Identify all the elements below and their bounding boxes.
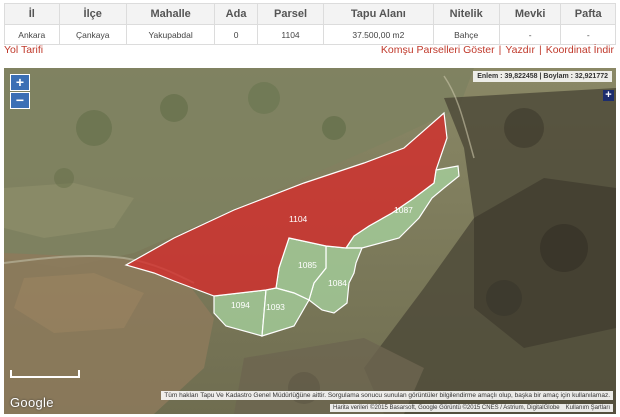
header-mevki: Mevki	[498, 3, 562, 25]
header-pafta: Pafta	[560, 3, 616, 25]
disclaimer-text: Tüm hakları Tapu Ve Kadastro Genel Müdür…	[161, 391, 613, 400]
action-links-bar: Yol Tarifi Komşu Parselleri Göster | Yazdı…	[0, 43, 620, 59]
cell-mahalle: Yakupabdal	[125, 24, 216, 45]
cell-il: Ankara	[4, 24, 60, 45]
scale-bar	[10, 370, 80, 378]
cell-parsel: 1104	[256, 24, 325, 45]
route-link[interactable]: Yol Tarifi	[4, 44, 43, 56]
link-separator: |	[498, 44, 502, 56]
parcel-label-1104: 1104	[289, 214, 308, 224]
attribution-text: Harita verileri ©2015 Basarsoft, Google …	[333, 405, 560, 411]
google-logo: Google	[10, 395, 54, 410]
header-nitelik: Nitelik	[432, 3, 500, 25]
zoom-out-button[interactable]: −	[10, 92, 30, 109]
print-link[interactable]: Yazdır	[505, 44, 535, 56]
show-neighbors-link[interactable]: Komşu Parselleri Göster	[381, 44, 495, 56]
coordinate-readout: Enlem : 39,822458 | Boylam : 32,921772	[473, 71, 612, 82]
satellite-imagery: 1104 1087 1085 1084 1094 1093	[4, 68, 616, 414]
parcel-label-1087: 1087	[394, 205, 413, 215]
right-links: Komşu Parselleri Göster | Yazdır | Koordinat…	[381, 44, 614, 56]
header-tapu-alani: Tapu Alanı	[323, 3, 434, 25]
parcel-label-1093: 1093	[266, 302, 285, 312]
zoom-controls: + −	[10, 74, 30, 110]
terms-link[interactable]: Kullanım Şartları	[566, 405, 610, 411]
header-ada: Ada	[214, 3, 258, 25]
cell-nitelik: Bahçe	[432, 24, 500, 45]
link-separator: |	[538, 44, 542, 56]
header-mahalle: Mahalle	[125, 3, 216, 25]
zoom-in-button[interactable]: +	[10, 74, 30, 91]
header-il: İl	[4, 3, 60, 25]
header-parsel: Parsel	[256, 3, 325, 25]
header-ilce: İlçe	[58, 3, 127, 25]
map-attribution: Harita verileri ©2015 Basarsoft, Google …	[330, 404, 613, 412]
satellite-map[interactable]: 1104 1087 1085 1084 1094 1093 + − Enlem …	[4, 68, 616, 414]
parcel-label-1085: 1085	[298, 260, 317, 270]
table-row: Ankara Çankaya Yakupabdal 0 1104 37.500,…	[4, 24, 616, 45]
cell-ilce: Çankaya	[58, 24, 127, 45]
cell-ada: 0	[214, 24, 258, 45]
download-coordinates-link[interactable]: Koordinat İndir	[546, 44, 614, 56]
cell-pafta: -	[560, 24, 616, 45]
cell-tapu-alani: 37.500,00 m2	[323, 24, 434, 45]
parcel-label-1084: 1084	[328, 278, 347, 288]
layer-switcher-button[interactable]: +	[603, 90, 614, 101]
parcel-label-1094: 1094	[231, 300, 250, 310]
parcel-info-table: İl İlçe Mahalle Ada Parsel Tapu Alanı Ni…	[4, 3, 616, 45]
cell-mevki: -	[498, 24, 562, 45]
